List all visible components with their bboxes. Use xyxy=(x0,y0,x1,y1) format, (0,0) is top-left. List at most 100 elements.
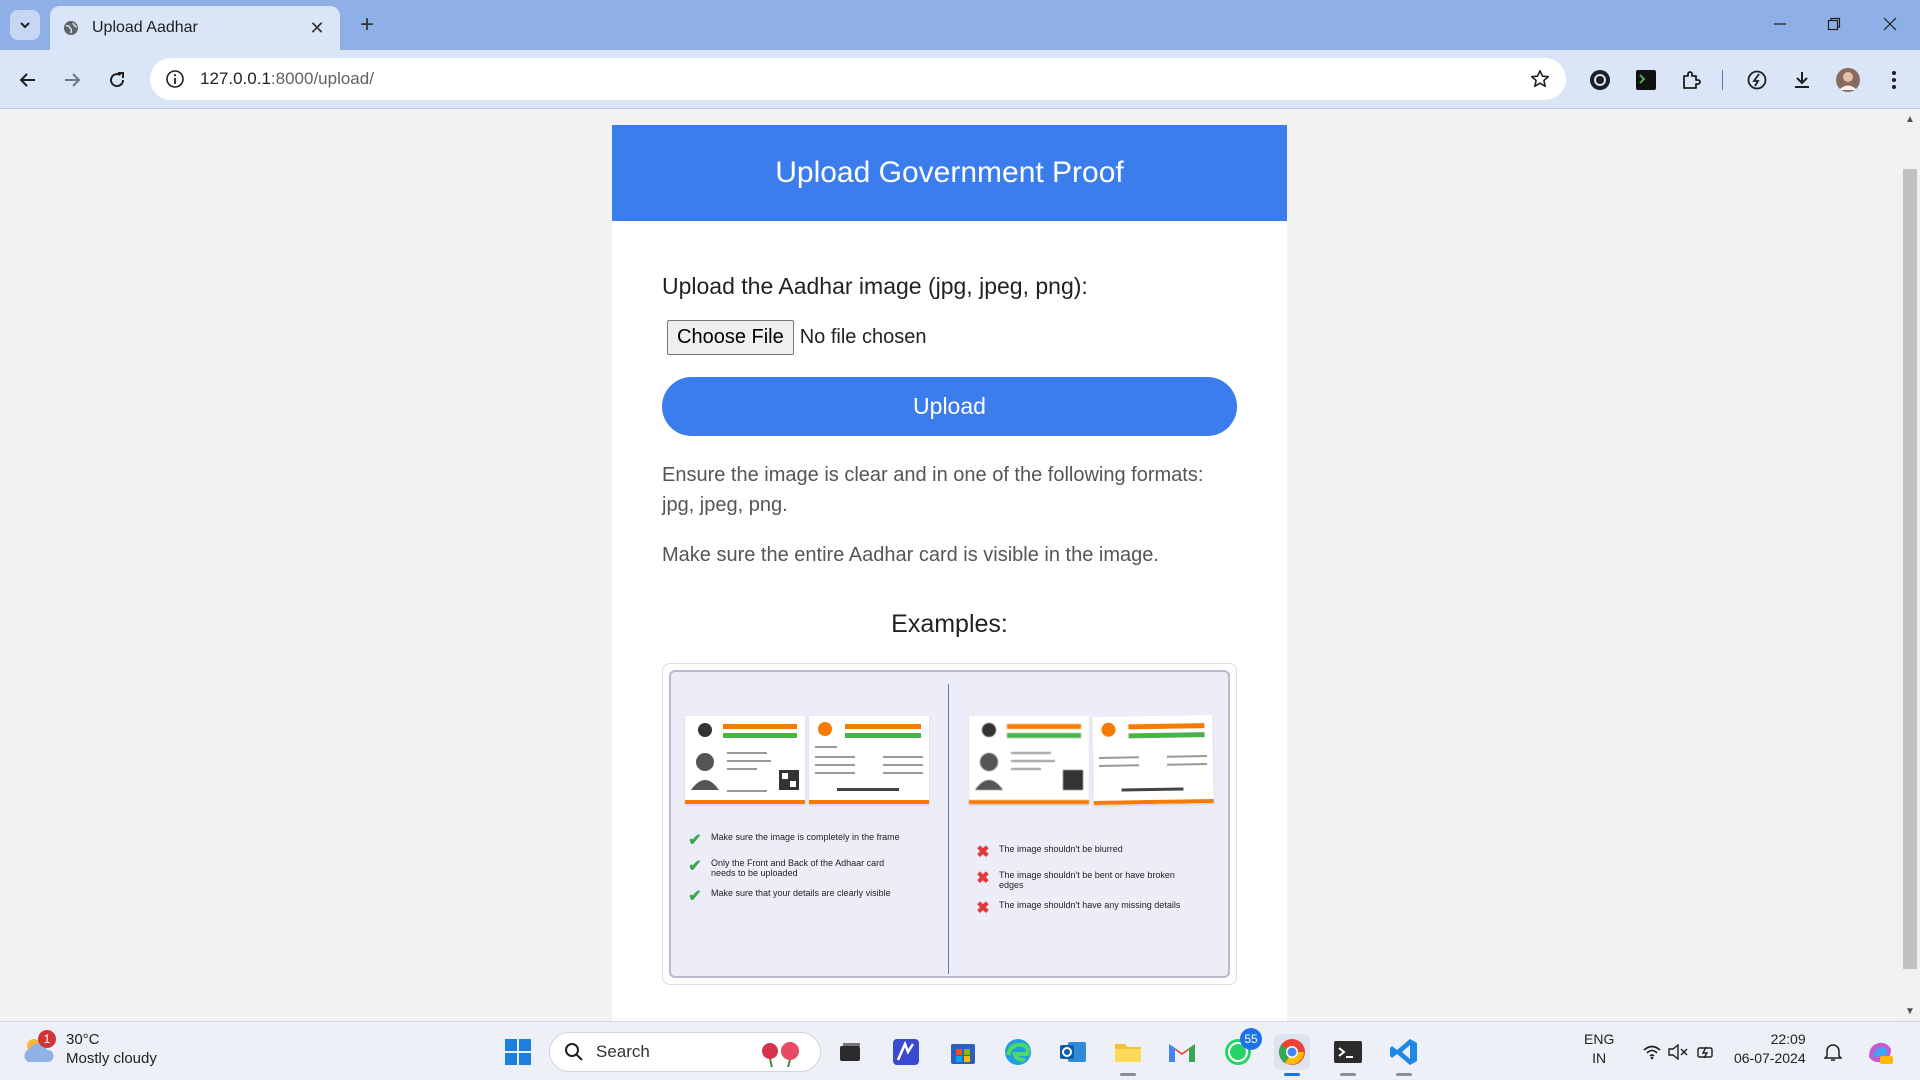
wifi-icon[interactable] xyxy=(1638,1034,1666,1070)
upload-form: Upload the Aadhar image (jpg, jpeg, png)… xyxy=(612,221,1287,985)
good-example-text: Only the Front and Back of the Adhaar ca… xyxy=(711,858,885,878)
upload-label: Upload the Aadhar image (jpg, jpeg, png)… xyxy=(662,273,1088,299)
upload-card: Upload Government Proof Upload the Aadha… xyxy=(612,125,1287,1021)
battery-icon[interactable] xyxy=(1692,1034,1720,1070)
aadhar-back-card-bad xyxy=(1092,714,1214,806)
chrome-icon[interactable] xyxy=(1274,1034,1310,1076)
clock-time: 22:09 xyxy=(1770,1031,1806,1047)
tab-search-button[interactable] xyxy=(10,10,40,40)
close-tab-icon[interactable]: ✕ xyxy=(306,17,328,39)
example-image: ✔ Make sure the image is completely in th… xyxy=(669,670,1230,978)
address-bar[interactable]: 127.0.0.1:8000/upload/ xyxy=(150,58,1566,100)
terminal-extension-icon[interactable] xyxy=(1630,64,1662,96)
good-examples-list: ✔ Make sure the image is completely in th… xyxy=(685,832,905,914)
bad-example-text: The image shouldn't have any missing det… xyxy=(999,900,1181,910)
check-icon: ✔ xyxy=(688,858,702,875)
browser-tab[interactable]: Upload Aadhar ✕ xyxy=(50,6,340,50)
new-tab-button[interactable]: + xyxy=(352,10,382,40)
url-text: 127.0.0.1:8000/upload/ xyxy=(200,69,374,89)
aadhar-back-card-good xyxy=(809,716,929,804)
aadhar-front-card-bad xyxy=(969,716,1089,804)
list-item: ✔ Make sure that your details are clearly… xyxy=(685,888,905,905)
upload-button[interactable]: Upload xyxy=(662,377,1237,436)
whatsapp-icon[interactable]: 55 xyxy=(1220,1028,1262,1070)
copilot-icon[interactable] xyxy=(1862,1034,1898,1070)
scroll-thumb[interactable] xyxy=(1903,169,1917,969)
cross-icon: ✖ xyxy=(976,900,990,917)
performance-icon[interactable] xyxy=(1741,64,1773,96)
page-viewport: Upload Government Proof Upload the Aadha… xyxy=(0,109,1900,1021)
volume-muted-icon[interactable] xyxy=(1664,1034,1692,1070)
bookmark-star-icon[interactable] xyxy=(1528,67,1552,91)
taskbar-search[interactable]: Search xyxy=(549,1032,821,1072)
notification-badge: 55 xyxy=(1240,1028,1262,1050)
scroll-down-icon[interactable]: ▼ xyxy=(1904,1005,1916,1017)
close-window-button[interactable] xyxy=(1862,6,1918,42)
page-title: Upload Government Proof xyxy=(775,156,1124,189)
language-indicator[interactable]: ENG IN xyxy=(1584,1030,1614,1068)
browser-toolbar: 127.0.0.1:8000/upload/ xyxy=(0,50,1920,109)
forward-button[interactable] xyxy=(56,64,88,96)
tab-strip: Upload Aadhar ✕ + xyxy=(0,0,1920,50)
restore-icon xyxy=(1827,17,1841,31)
github-extension-icon[interactable] xyxy=(1584,64,1616,96)
tab-title: Upload Aadhar xyxy=(92,19,198,36)
app-launcher-icon[interactable] xyxy=(888,1034,924,1070)
file-status-text: No file chosen xyxy=(799,326,927,348)
scroll-up-icon[interactable]: ▲ xyxy=(1904,113,1916,125)
page-scrollbar[interactable]: ▲ ▼ xyxy=(1900,109,1920,1021)
terminal-icon[interactable] xyxy=(1330,1034,1366,1076)
download-icon[interactable] xyxy=(1786,64,1818,96)
running-indicator xyxy=(1120,1073,1136,1076)
notification-bell-icon[interactable] xyxy=(1818,1034,1848,1070)
check-icon: ✔ xyxy=(688,888,702,905)
arrow-left-icon xyxy=(19,73,35,87)
reload-button[interactable] xyxy=(101,64,133,96)
file-input: Choose File No file chosen xyxy=(667,320,1237,355)
taskbar: 1 30°C Mostly cloudy Search 55 ENG IN 22… xyxy=(0,1021,1920,1080)
aadhar-front-card-good xyxy=(685,716,805,804)
file-explorer-icon[interactable] xyxy=(1110,1034,1146,1076)
close-icon xyxy=(1883,17,1897,31)
start-button[interactable] xyxy=(500,1034,536,1070)
list-item: ✖ The image shouldn't be bent or have bro… xyxy=(973,870,1193,890)
toolbar-separator xyxy=(1722,70,1723,90)
arrow-right-icon xyxy=(65,73,81,87)
vscode-icon[interactable] xyxy=(1386,1034,1422,1076)
weather-alert-badge: 1 xyxy=(38,1030,56,1048)
clock-date: 06-07-2024 xyxy=(1734,1050,1806,1066)
roses-icon xyxy=(762,1042,799,1067)
running-indicator xyxy=(1396,1073,1412,1076)
weather-widget[interactable]: 1 30°C Mostly cloudy xyxy=(20,1030,157,1068)
restore-button[interactable] xyxy=(1806,6,1862,42)
kebab-menu-icon[interactable] xyxy=(1878,64,1910,96)
bad-examples-list: ✖ The image shouldn't be blurred ✖ The ima… xyxy=(973,844,1193,926)
search-label: Search xyxy=(596,1042,650,1061)
extensions-puzzle-icon[interactable] xyxy=(1675,64,1707,96)
windows-icon xyxy=(505,1039,531,1065)
active-indicator xyxy=(1284,1073,1300,1076)
minimize-button[interactable] xyxy=(1752,6,1808,42)
gmail-icon[interactable] xyxy=(1164,1034,1200,1070)
edge-icon[interactable] xyxy=(1000,1034,1036,1070)
chevron-down-icon xyxy=(20,22,30,29)
choose-file-button[interactable]: Choose File xyxy=(667,320,794,355)
running-indicator xyxy=(1340,1073,1356,1076)
task-view-icon[interactable] xyxy=(832,1034,868,1070)
examples-title: Examples: xyxy=(891,610,1008,638)
list-item: ✖ The image shouldn't be blurred xyxy=(973,844,1193,861)
cross-icon: ✖ xyxy=(976,844,990,861)
back-button[interactable] xyxy=(12,64,44,96)
list-item: ✖ The image shouldn't have any missing de… xyxy=(973,900,1193,917)
outlook-icon[interactable] xyxy=(1055,1034,1091,1070)
clock[interactable]: 22:09 06-07-2024 xyxy=(1734,1030,1806,1068)
bad-example-text: The image shouldn't be bent or have brok… xyxy=(999,870,1175,890)
microsoft-store-icon[interactable] xyxy=(945,1034,981,1070)
weather-desc: Mostly cloudy xyxy=(66,1050,157,1067)
bad-example-text: The image shouldn't be blurred xyxy=(999,844,1123,854)
site-info-icon[interactable] xyxy=(164,68,186,90)
url-path: :8000/upload/ xyxy=(270,69,374,88)
check-icon: ✔ xyxy=(688,832,702,849)
list-item: ✔ Make sure the image is completely in th… xyxy=(685,832,905,849)
profile-avatar[interactable] xyxy=(1832,64,1864,96)
